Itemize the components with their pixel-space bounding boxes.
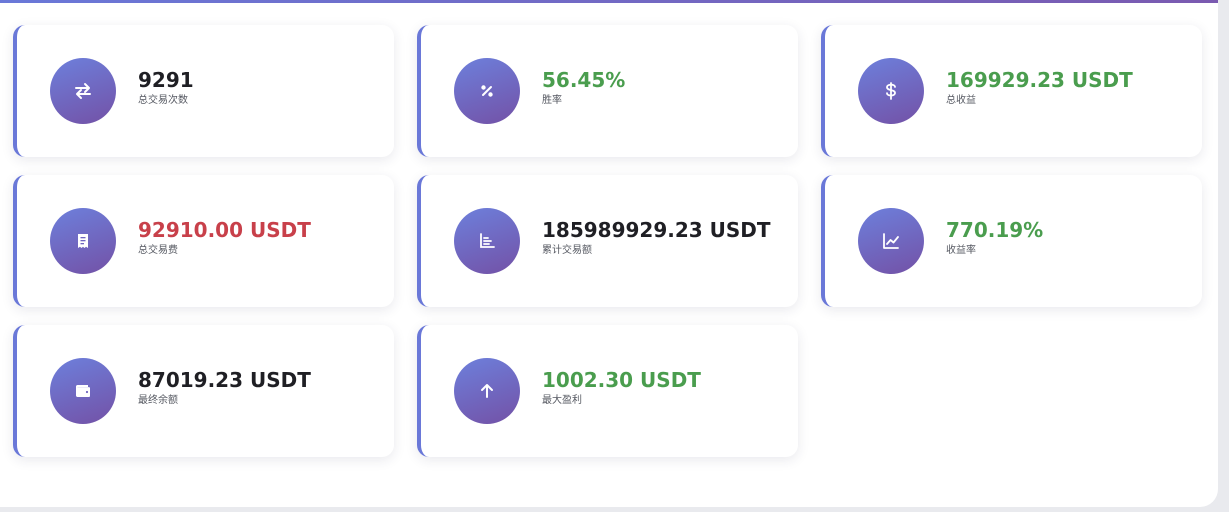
stat-label: 最终余额 <box>138 395 178 406</box>
stat-card-win-rate: 56.45% 胜率 <box>417 25 798 157</box>
line-chart-icon <box>858 208 924 274</box>
stat-value: 92910.00 USDT <box>138 218 311 242</box>
stat-card-total-fees: 92910.00 USDT 总交易费 <box>13 175 394 307</box>
stat-value: 1002.30 USDT <box>542 368 701 392</box>
stat-label: 累计交易额 <box>542 245 592 256</box>
stat-value: 185989929.23 USDT <box>542 218 771 242</box>
stats-grid: 9291 总交易次数 56.45% 胜率 169929.23 USDT 总收益 … <box>13 25 1202 457</box>
stat-card-max-profit: 1002.30 USDT 最大盈利 <box>417 325 798 457</box>
stat-label: 总交易次数 <box>138 95 188 106</box>
stat-card-cumulative-volume: 185989929.23 USDT 累计交易额 <box>417 175 798 307</box>
wallet-icon <box>50 358 116 424</box>
stat-label: 总交易费 <box>138 245 178 256</box>
stat-card-final-balance: 87019.23 USDT 最终余额 <box>13 325 394 457</box>
stat-card-total-profit: 169929.23 USDT 总收益 <box>821 25 1202 157</box>
stat-label: 最大盈利 <box>542 395 582 406</box>
stat-label: 总收益 <box>946 95 976 106</box>
stat-value: 87019.23 USDT <box>138 368 311 392</box>
stat-value: 9291 <box>138 68 194 92</box>
stat-card-total-trades: 9291 总交易次数 <box>13 25 394 157</box>
stat-value: 56.45% <box>542 68 626 92</box>
dollar-icon <box>858 58 924 124</box>
exchange-icon <box>50 58 116 124</box>
top-accent-bar <box>0 0 1218 3</box>
stat-card-return-rate: 770.19% 收益率 <box>821 175 1202 307</box>
stat-value: 770.19% <box>946 218 1044 242</box>
stat-label: 胜率 <box>542 95 562 106</box>
percent-icon <box>454 58 520 124</box>
bar-chart-icon <box>454 208 520 274</box>
stat-value: 169929.23 USDT <box>946 68 1133 92</box>
stats-panel: 9291 总交易次数 56.45% 胜率 169929.23 USDT 总收益 … <box>0 0 1218 507</box>
stat-label: 收益率 <box>946 245 976 256</box>
receipt-icon <box>50 208 116 274</box>
arrow-up-icon <box>454 358 520 424</box>
